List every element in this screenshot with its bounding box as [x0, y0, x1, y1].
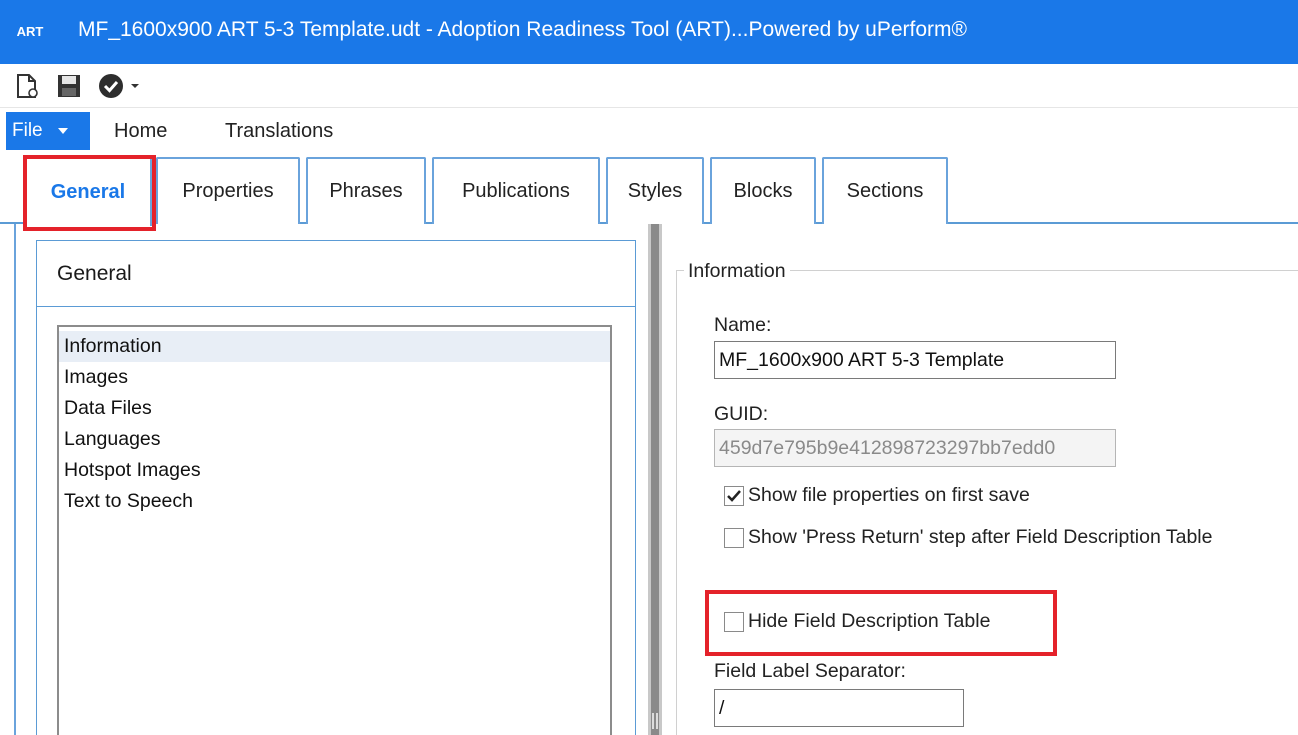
tab-properties[interactable]: Properties: [156, 157, 300, 224]
separator-label: Field Label Separator:: [714, 660, 906, 682]
list-item-data-files[interactable]: Data Files: [59, 393, 610, 424]
ribbon-tab-translations[interactable]: Translations: [225, 120, 333, 143]
settings-tab-strip: General Properties Phrases Publications …: [0, 152, 1298, 226]
general-category-list[interactable]: Information Images Data Files Languages …: [57, 325, 612, 735]
file-menu-button[interactable]: File: [6, 112, 90, 150]
hide-field-table-option[interactable]: Hide Field Description Table: [724, 610, 990, 633]
title-bar: ART MF_1600x900 ART 5-3 Template.udt - A…: [0, 0, 1298, 64]
dropdown-arrow-icon[interactable]: [128, 72, 142, 100]
name-label: Name:: [714, 314, 772, 336]
quick-access-toolbar: [0, 64, 1298, 108]
show-press-return-checkbox[interactable]: [724, 527, 744, 548]
general-panel: General Information Images Data Files La…: [36, 240, 636, 735]
tab-publications[interactable]: Publications: [432, 157, 600, 224]
app-badge: ART: [16, 23, 44, 39]
tab-phrases[interactable]: Phrases: [306, 157, 426, 224]
list-item-languages[interactable]: Languages: [59, 424, 610, 455]
separator-field[interactable]: /: [714, 689, 964, 727]
name-field[interactable]: MF_1600x900 ART 5-3 Template: [714, 341, 1116, 379]
splitter-grip-icon: [652, 713, 658, 729]
hide-field-table-label: Hide Field Description Table: [748, 610, 991, 632]
tab-general[interactable]: General: [24, 157, 152, 226]
list-item-hotspot-images[interactable]: Hotspot Images: [59, 455, 610, 486]
list-item-text-to-speech[interactable]: Text to Speech: [59, 486, 610, 517]
list-item-information[interactable]: Information: [59, 331, 610, 362]
show-file-properties-label: Show file properties on first save: [748, 484, 1030, 506]
information-legend: Information: [684, 260, 790, 283]
new-document-icon[interactable]: [14, 72, 40, 100]
window-title: MF_1600x900 ART 5-3 Template.udt - Adopt…: [78, 18, 968, 41]
general-panel-title: General: [37, 241, 635, 307]
show-press-return-option[interactable]: Show 'Press Return' step after Field Des…: [724, 526, 1212, 549]
ribbon-tab-bar: File Home Translations: [0, 108, 1298, 152]
tab-content-border: [14, 224, 16, 735]
chevron-down-icon: [57, 128, 68, 134]
guid-label: GUID:: [714, 403, 769, 425]
list-item-images[interactable]: Images: [59, 362, 610, 393]
tab-blocks[interactable]: Blocks: [710, 157, 816, 224]
check-circle-icon[interactable]: [96, 72, 126, 100]
guid-field: 459d7e795b9e412898723297bb7edd0: [714, 429, 1116, 467]
ribbon-tab-home[interactable]: Home: [114, 120, 167, 143]
show-file-properties-option[interactable]: Show file properties on first save: [724, 484, 1030, 507]
tab-styles[interactable]: Styles: [606, 157, 704, 224]
hide-field-table-checkbox[interactable]: [724, 611, 744, 632]
save-icon[interactable]: [54, 72, 84, 100]
tab-sections[interactable]: Sections: [822, 157, 948, 224]
checkmark-icon: [727, 489, 741, 502]
panel-splitter[interactable]: [648, 224, 662, 735]
file-menu-label: File: [12, 120, 43, 141]
show-file-properties-checkbox[interactable]: [724, 485, 744, 506]
show-press-return-label: Show 'Press Return' step after Field Des…: [748, 526, 1213, 548]
